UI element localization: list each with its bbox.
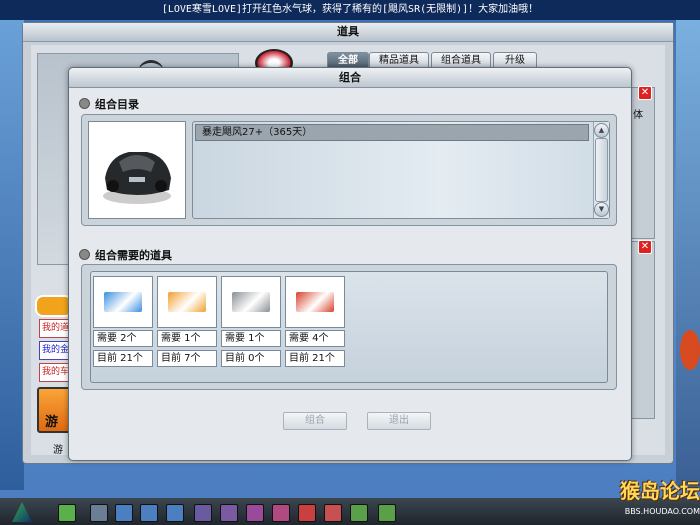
gray-coupon-icon (232, 292, 270, 312)
orange-coupon-icon (168, 292, 206, 312)
item-window-title: 道具 (23, 23, 673, 42)
flower-decoration (680, 330, 700, 370)
required-frame: 需要 2个 目前 21个 需要 1个 目前 7个 需要 1个 目前 0个 需要 … (81, 264, 617, 390)
exit-button[interactable]: 退出 (367, 412, 431, 430)
scroll-down-icon[interactable]: ▼ (594, 202, 609, 217)
catalog-section-title: 组合目录 (95, 98, 139, 111)
announcement-marquee: [LOVE寒雪LOVE]打开红色水气球，获得了稀有的[飓风SR(无限制)]！大家… (0, 0, 700, 20)
side-item-caption: 游 (53, 445, 63, 456)
close-icon[interactable]: ✕ (638, 86, 652, 100)
gift-icon[interactable] (194, 504, 212, 522)
required-count: 需要 2个 (93, 330, 153, 347)
required-item-card[interactable] (285, 276, 345, 328)
required-item-card[interactable] (221, 276, 281, 328)
red-coupon-icon (296, 292, 334, 312)
scroll-up-icon[interactable]: ▲ (594, 123, 609, 138)
love-icon[interactable] (272, 504, 290, 522)
help-icon[interactable] (378, 504, 396, 522)
shop-icon[interactable] (90, 504, 108, 522)
required-item-card[interactable] (93, 276, 153, 328)
combine-button[interactable]: 组合 (283, 412, 347, 430)
home-icon[interactable] (115, 504, 133, 522)
settings-icon[interactable] (166, 504, 184, 522)
chat-icon[interactable] (350, 504, 368, 522)
side-item-label: 游 (45, 415, 59, 430)
watermark-url: BBS.HOUDAO.COM (624, 507, 700, 516)
mail-icon[interactable] (246, 504, 264, 522)
required-item-card[interactable] (157, 276, 217, 328)
owned-count: 目前 7个 (157, 350, 217, 367)
right-item-panel-2: ✕ (629, 240, 655, 419)
right-item-panel-1: ✕ 体 (629, 86, 655, 239)
owned-count: 目前 21个 (93, 350, 153, 367)
owned-count: 目前 21个 (285, 350, 345, 367)
blue-coupon-icon (104, 292, 142, 312)
required-count: 需要 1个 (221, 330, 281, 347)
owned-count: 目前 0个 (221, 350, 281, 367)
back-icon[interactable] (58, 504, 76, 522)
combo-list: 暴走飓风27+（365天） ▲ ▼ (192, 121, 610, 219)
combine-dialog-title: 组合 (69, 68, 631, 88)
stars-icon[interactable] (324, 504, 342, 522)
required-count: 需要 1个 (157, 330, 217, 347)
right-panel-text: 体 (633, 110, 643, 121)
close-icon[interactable]: ✕ (638, 240, 652, 254)
background-scene-left (0, 20, 24, 490)
required-items-panel: 需要 2个 目前 21个 需要 1个 目前 7个 需要 1个 目前 0个 需要 … (90, 271, 608, 383)
required-count: 需要 4个 (285, 330, 345, 347)
list-scrollbar[interactable]: ▲ ▼ (593, 122, 609, 218)
section-bullet-icon (79, 98, 90, 109)
kart-icon (103, 152, 171, 204)
required-section-title: 组合需要的道具 (95, 249, 172, 262)
section-bullet-icon (79, 249, 90, 260)
car-preview (88, 121, 186, 219)
combine-dialog: 组合 组合目录 暴走飓风27+（365天） ▲ ▼ 组合需要的道具 需要 2个 … (68, 67, 632, 461)
scroll-thumb[interactable] (595, 138, 608, 202)
tool-icon[interactable] (140, 504, 158, 522)
book-icon[interactable] (298, 504, 316, 522)
catalog-frame: 暴走飓风27+（365天） ▲ ▼ (81, 114, 617, 226)
group-icon[interactable] (220, 504, 238, 522)
background-scene-right (676, 20, 700, 490)
combo-list-item-selected[interactable]: 暴走飓风27+（365天） (195, 124, 589, 141)
